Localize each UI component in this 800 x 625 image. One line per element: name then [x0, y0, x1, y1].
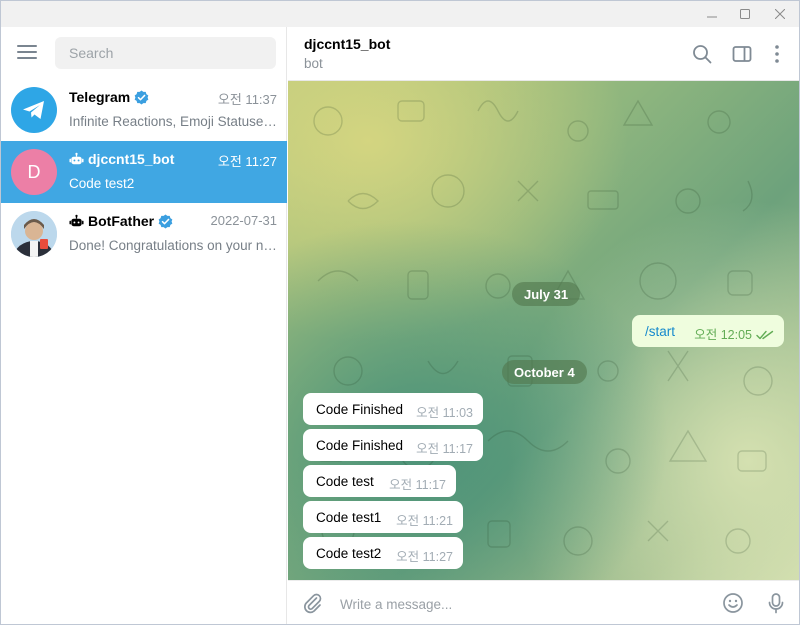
hamburger-menu-icon[interactable]	[17, 44, 39, 62]
chat-time: 오전 11:37	[217, 92, 277, 107]
sidebar-toggle-icon[interactable]	[730, 42, 754, 66]
chat-name: BotFather	[69, 213, 173, 229]
message-bubble[interactable]: Code Finished 오전 11:17	[303, 429, 483, 461]
message-time: 오전 11:03	[416, 406, 473, 420]
botfather-avatar	[11, 211, 57, 257]
microphone-icon[interactable]	[764, 591, 788, 615]
message-command-link[interactable]: /start	[645, 324, 675, 339]
double-check-icon	[756, 330, 774, 340]
date-separator: July 31	[512, 282, 581, 306]
chat-item-botfather[interactable]: BotFather 2022-07-31 Done! Congratulatio…	[1, 203, 287, 265]
minimize-icon[interactable]	[697, 1, 727, 27]
telegram-avatar	[11, 87, 57, 133]
conversation-panel: djccnt15_bot bot July 31 /start 오전 12:05…	[288, 27, 799, 624]
peer-status: bot	[304, 56, 323, 71]
chat-time: 오전 11:27	[217, 154, 277, 169]
message-text: Code test2	[316, 545, 382, 561]
bot-icon	[69, 214, 84, 226]
botfather-portrait-icon	[11, 211, 57, 257]
peer-name: djccnt15_bot	[304, 36, 391, 52]
search-icon[interactable]	[690, 42, 714, 66]
message-text: Code test1	[316, 509, 382, 525]
close-icon[interactable]	[765, 1, 795, 27]
date-separator: October 4	[502, 360, 587, 384]
title-bar	[1, 1, 799, 27]
message-time: 오전 11:27	[396, 550, 453, 564]
bot-icon	[69, 152, 84, 164]
message-composer	[288, 580, 799, 624]
telegram-logo-icon	[23, 101, 44, 119]
chat-name: Telegram	[69, 89, 149, 105]
emoji-icon[interactable]	[721, 591, 745, 615]
verified-icon	[134, 89, 149, 105]
message-bubble[interactable]: Code test2 오전 11:27	[303, 537, 463, 569]
message-bubble-outgoing[interactable]: /start 오전 12:05	[632, 315, 784, 347]
message-bubble[interactable]: Code test1 오전 11:21	[303, 501, 463, 533]
app-window: Telegram 오전 11:37 Infinite Reactions, Em…	[0, 0, 800, 625]
chat-name: djccnt15_bot	[69, 151, 174, 167]
maximize-icon[interactable]	[730, 1, 760, 27]
more-options-icon[interactable]	[765, 42, 789, 66]
chat-preview: Code test2	[69, 176, 135, 191]
message-bubble[interactable]: Code Finished 오전 11:03	[303, 393, 483, 425]
message-time: 오전 11:21	[396, 514, 453, 528]
chat-preview: Done! Congratulations on your new bot...	[69, 238, 277, 253]
verified-icon	[158, 213, 173, 229]
message-text: Code test	[316, 473, 374, 489]
chat-item-djccnt15-bot[interactable]: D djccnt15_bot 오전 11:27 Code test2	[1, 141, 287, 203]
search-input[interactable]	[55, 37, 276, 69]
chat-list-panel: Telegram 오전 11:37 Infinite Reactions, Em…	[1, 27, 287, 624]
message-bubble[interactable]: Code test 오전 11:17	[303, 465, 456, 497]
chat-item-telegram[interactable]: Telegram 오전 11:37 Infinite Reactions, Em…	[1, 79, 287, 141]
message-time: 오전 11:17	[416, 442, 473, 456]
paperclip-icon[interactable]	[300, 591, 324, 615]
chat-preview: Infinite Reactions, Emoji Statuses, Re..…	[69, 114, 277, 129]
chat-header[interactable]: djccnt15_bot bot	[288, 27, 799, 81]
message-time: 오전 12:05	[694, 328, 752, 342]
chat-time: 2022-07-31	[210, 213, 278, 228]
message-time: 오전 11:17	[389, 478, 446, 492]
avatar: D	[11, 149, 57, 195]
message-text: Code Finished	[316, 401, 404, 417]
message-area[interactable]: July 31 /start 오전 12:05 October 4 Code F…	[288, 81, 799, 580]
message-input[interactable]	[340, 593, 700, 615]
message-text: Code Finished	[316, 437, 404, 453]
